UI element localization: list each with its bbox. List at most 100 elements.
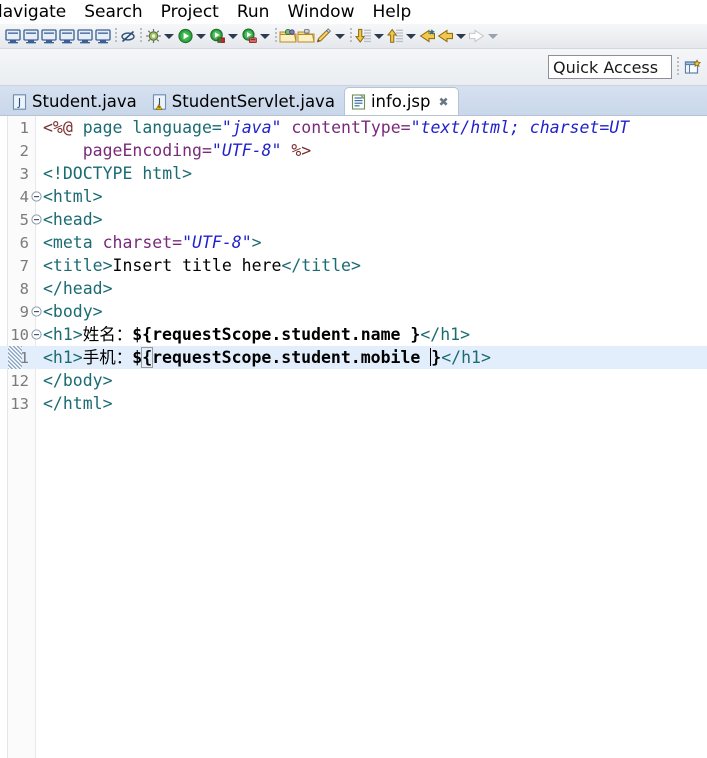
code-line[interactable]: 3 <!DOCTYPE html> <box>0 162 707 185</box>
tab-student-java[interactable]: J Student.java <box>6 88 146 115</box>
console-2-icon[interactable] <box>22 26 40 46</box>
forward-dropdown-arrow[interactable] <box>486 26 500 46</box>
previous-annotation-dropdown-arrow[interactable] <box>404 26 418 46</box>
token-tag: <!DOCTYPE html> <box>43 164 193 183</box>
token-tag: </title> <box>281 256 361 275</box>
code-line[interactable]: 1 <%@ page language="java" contentType="t… <box>0 116 707 139</box>
new-dropdown-arrow[interactable] <box>333 26 347 46</box>
debug-dropdown-arrow[interactable] <box>162 26 176 46</box>
menu-navigate[interactable]: lavigate <box>0 1 75 23</box>
line-number: 1 <box>19 118 29 137</box>
jsp-file-icon <box>351 93 366 110</box>
code-line[interactable]: 7 <title>Insert title here</title> <box>0 254 707 277</box>
code-line[interactable]: 6 <meta charset="UTF-8"> <box>0 231 707 254</box>
quick-access-bar: Quick Access <box>0 49 707 86</box>
token-val: "text/html; charset=UT <box>410 118 630 137</box>
console-4-icon[interactable] <box>58 26 76 46</box>
next-annotation-icon[interactable] <box>354 26 372 46</box>
code-line[interactable]: 8 </head> <box>0 277 707 300</box>
debug-icon[interactable] <box>144 26 162 46</box>
line-number: 3 <box>19 164 29 183</box>
token-tag: <title> <box>43 256 113 275</box>
token-tag: <html> <box>43 187 103 206</box>
tab-label: Student.java <box>32 92 137 111</box>
new-folder-icon[interactable] <box>297 26 315 46</box>
token-tag: <h1> <box>43 348 83 367</box>
code-line[interactable]: 5 <head> <box>0 208 707 231</box>
token-attr: charset= <box>102 233 183 252</box>
code-line[interactable]: 13 </html> <box>0 392 707 415</box>
fold-collapse-icon[interactable] <box>30 191 43 202</box>
previous-annotation-icon[interactable] <box>386 26 404 46</box>
token-tag: </html> <box>43 394 113 413</box>
token-tag: </h1> <box>441 348 491 367</box>
console-1-icon[interactable] <box>4 26 22 46</box>
token-tag: <head> <box>43 210 103 229</box>
toolbar-separator <box>137 27 144 45</box>
code-text: <body> <box>43 300 103 323</box>
fold-collapse-icon[interactable] <box>30 214 43 225</box>
code-editor[interactable]: 1 <%@ page language="java" contentType="t… <box>0 115 707 758</box>
console-5-icon[interactable] <box>76 26 94 46</box>
code-text: <h1>姓名：${requestScope.student.name }</h1… <box>43 323 470 346</box>
link-with-editor-off-icon[interactable] <box>119 26 137 46</box>
tab-student-servlet-java[interactable]: J StudentServlet.java <box>146 88 344 115</box>
toolbar-separator <box>347 27 354 45</box>
line-number: 8 <box>19 279 29 298</box>
tab-info-jsp[interactable]: info.jsp ✖ <box>343 87 459 115</box>
new-package-icon[interactable] <box>279 26 297 46</box>
code-line[interactable]: 10 <h1>姓名：${requestScope.student.name }</… <box>0 323 707 346</box>
console-3-icon[interactable] <box>40 26 58 46</box>
menu-run[interactable]: Run <box>228 1 279 23</box>
code-text: pageEncoding="UTF-8" %> <box>43 139 312 162</box>
fold-collapse-icon[interactable] <box>30 306 43 317</box>
run-server-dropdown-arrow[interactable] <box>258 26 272 46</box>
menu-project[interactable]: Project <box>152 1 228 23</box>
close-icon[interactable]: ✖ <box>439 95 449 109</box>
console-6-icon[interactable] <box>94 26 112 46</box>
quick-access-placeholder: Quick Access <box>553 57 659 77</box>
last-edit-location-icon[interactable] <box>418 26 436 46</box>
toolbar-separator <box>112 27 119 45</box>
line-number: 5 <box>19 210 29 229</box>
code-lines-container[interactable]: 1 <%@ page language="java" contentType="t… <box>0 116 707 758</box>
back-dropdown-arrow[interactable] <box>454 26 468 46</box>
code-line[interactable]: 12 </body> <box>0 369 707 392</box>
code-text: <meta charset="UTF-8"> <box>43 231 262 254</box>
tab-label: info.jsp <box>370 92 431 111</box>
code-text: <h1>手机：${requestScope.student.mobile }</… <box>43 346 491 369</box>
menu-search[interactable]: Search <box>75 1 151 23</box>
menu-window[interactable]: Window <box>278 1 363 23</box>
code-line[interactable]: 4 <html> <box>0 185 707 208</box>
token-val: "java" <box>221 118 282 137</box>
run-icon[interactable] <box>176 26 194 46</box>
run-external-dropdown-arrow[interactable] <box>226 26 240 46</box>
token-tag: > <box>251 233 262 252</box>
line-number: 13 <box>10 394 29 413</box>
run-server-icon[interactable] <box>240 26 258 46</box>
toolbar-separator <box>272 27 279 45</box>
code-text: </head> <box>43 277 113 300</box>
open-perspective-icon[interactable] <box>684 57 702 77</box>
quick-access-input[interactable]: Quick Access <box>548 55 672 79</box>
code-line[interactable]: 2 pageEncoding="UTF-8" %> <box>0 139 707 162</box>
code-line[interactable]: 11<h1>手机：${requestScope.student.mobile }… <box>0 346 707 369</box>
line-number: 7 <box>19 256 29 275</box>
menu-help[interactable]: Help <box>363 1 420 23</box>
run-dropdown-arrow[interactable] <box>194 26 208 46</box>
new-element-icon[interactable] <box>315 26 333 46</box>
code-text: <title>Insert title here</title> <box>43 254 361 277</box>
run-external-tools-icon[interactable] <box>208 26 226 46</box>
back-icon[interactable] <box>436 26 454 46</box>
token-dir: <%@ <box>43 118 83 137</box>
token-tag: <h1> <box>43 325 83 344</box>
fold-collapse-icon[interactable] <box>30 329 43 340</box>
token-val: "UTF-8" <box>211 141 282 160</box>
code-text: <html> <box>43 185 103 208</box>
code-line[interactable]: 9 <body> <box>0 300 707 323</box>
editor-tab-bar: J Student.java J StudentServlet.java info.js… <box>0 86 707 115</box>
next-annotation-dropdown-arrow[interactable] <box>372 26 386 46</box>
